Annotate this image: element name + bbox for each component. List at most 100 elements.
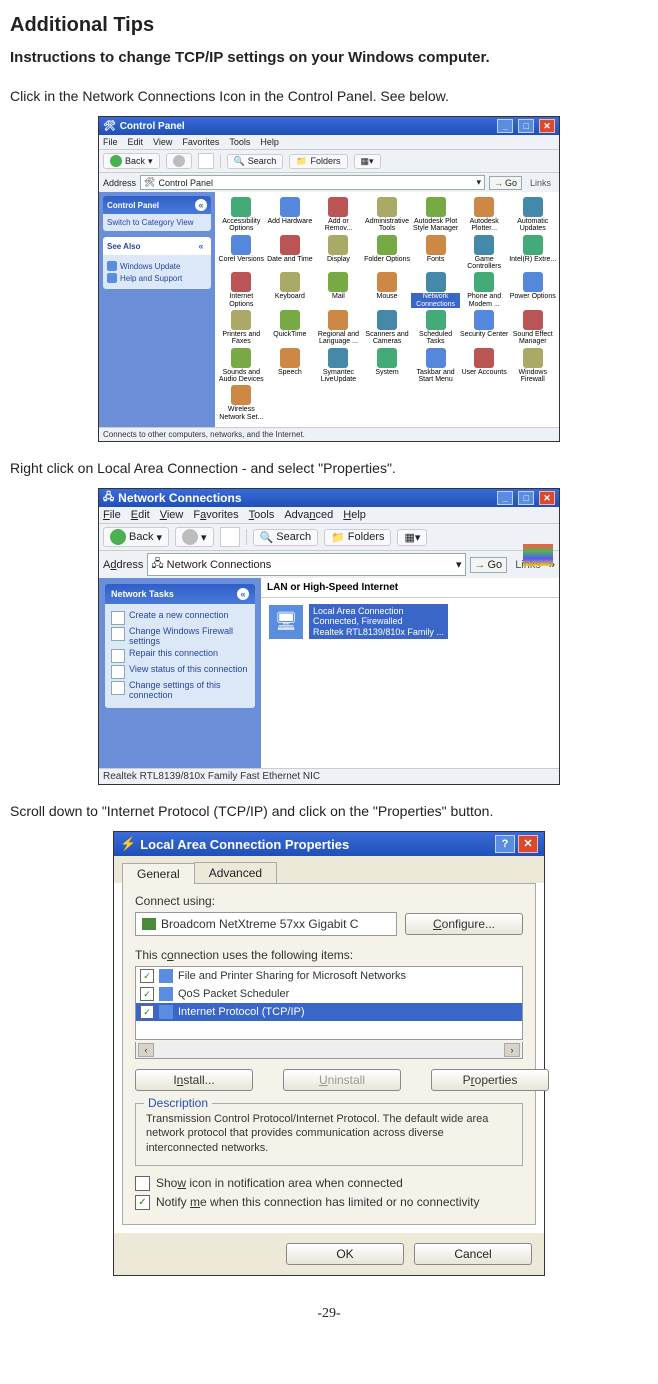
- forward-button[interactable]: [166, 153, 192, 169]
- control-panel-item[interactable]: Automatic Updates: [508, 196, 557, 234]
- close-button[interactable]: ✕: [518, 835, 538, 853]
- control-panel-item[interactable]: Add or Remov...: [314, 196, 363, 234]
- menu-tools[interactable]: Tools: [229, 137, 250, 147]
- control-panel-item[interactable]: Network Connections: [411, 271, 460, 309]
- control-panel-item[interactable]: Windows Firewall: [508, 347, 557, 385]
- checkbox-icon[interactable]: ✓: [140, 987, 154, 1001]
- control-panel-item[interactable]: [508, 384, 557, 422]
- go-button[interactable]: →Go: [470, 557, 508, 573]
- control-panel-item[interactable]: [460, 384, 509, 422]
- menu-edit[interactable]: Edit: [131, 509, 150, 521]
- up-button[interactable]: [220, 527, 240, 547]
- menu-file[interactable]: File: [103, 137, 118, 147]
- control-panel-item[interactable]: Intel(R) Extre...: [508, 234, 557, 272]
- menu-view[interactable]: View: [160, 509, 184, 521]
- install-button[interactable]: Install...: [135, 1069, 253, 1091]
- menu-file[interactable]: File: [103, 509, 121, 521]
- maximize-button[interactable]: □: [518, 491, 534, 505]
- back-button[interactable]: Back ▾: [103, 153, 160, 169]
- control-panel-item[interactable]: Mail: [314, 271, 363, 309]
- scroll-left-icon[interactable]: ‹: [138, 1043, 154, 1057]
- properties-button[interactable]: Properties: [431, 1069, 549, 1091]
- control-panel-item[interactable]: Autodesk Plotter...: [460, 196, 509, 234]
- control-panel-item[interactable]: Wireless Network Set...: [217, 384, 266, 422]
- control-panel-item[interactable]: Printers and Faxes: [217, 309, 266, 347]
- go-button[interactable]: →Go: [489, 176, 522, 190]
- notify-checkbox[interactable]: ✓: [135, 1195, 150, 1210]
- windows-update-link[interactable]: Windows Update: [120, 262, 180, 271]
- maximize-button[interactable]: □: [518, 119, 534, 133]
- control-panel-item[interactable]: Add Hardware: [266, 196, 315, 234]
- search-button[interactable]: 🔍 Search: [227, 154, 284, 169]
- control-panel-item[interactable]: Scheduled Tasks: [411, 309, 460, 347]
- control-panel-item[interactable]: Game Controllers: [460, 234, 509, 272]
- ok-button[interactable]: OK: [286, 1243, 404, 1265]
- checkbox-icon[interactable]: ✓: [140, 969, 154, 983]
- configure-button[interactable]: Configure...: [405, 913, 523, 935]
- minimize-button[interactable]: _: [497, 119, 513, 133]
- control-panel-item[interactable]: [363, 384, 412, 422]
- control-panel-item[interactable]: Symantec LiveUpdate: [314, 347, 363, 385]
- list-item-selected[interactable]: ✓Internet Protocol (TCP/IP): [136, 1003, 522, 1021]
- control-panel-item[interactable]: [266, 384, 315, 422]
- list-item[interactable]: ✓File and Printer Sharing for Microsoft …: [136, 967, 522, 985]
- help-button[interactable]: ?: [495, 835, 515, 853]
- views-button[interactable]: ▦▾: [354, 154, 381, 169]
- collapse-icon[interactable]: «: [195, 240, 207, 252]
- control-panel-item[interactable]: Internet Options: [217, 271, 266, 309]
- control-panel-item[interactable]: Autodesk Plot Style Manager: [411, 196, 460, 234]
- cancel-button[interactable]: Cancel: [414, 1243, 532, 1265]
- tab-general[interactable]: General: [122, 863, 195, 884]
- local-area-connection-item[interactable]: 🖥 Local Area Connection Connected, Firew…: [269, 604, 551, 639]
- network-task-link[interactable]: View status of this connection: [111, 665, 249, 679]
- control-panel-item[interactable]: Speech: [266, 347, 315, 385]
- control-panel-item[interactable]: Fonts: [411, 234, 460, 272]
- folders-button[interactable]: 📁 Folders: [324, 529, 391, 546]
- close-button[interactable]: ✕: [539, 119, 555, 133]
- switch-category-link[interactable]: Switch to Category View: [107, 218, 194, 227]
- links-label[interactable]: Links: [526, 178, 555, 188]
- control-panel-item[interactable]: Regional and Language ...: [314, 309, 363, 347]
- menu-edit[interactable]: Edit: [128, 137, 144, 147]
- menu-help[interactable]: Help: [343, 509, 366, 521]
- back-button[interactable]: Back ▾: [103, 527, 169, 547]
- address-field[interactable]: 🛠 Control Panel▾: [140, 175, 485, 190]
- help-support-link[interactable]: Help and Support: [120, 274, 182, 283]
- folders-button[interactable]: 📁 Folders: [289, 154, 347, 169]
- control-panel-item[interactable]: Mouse: [363, 271, 412, 309]
- control-panel-item[interactable]: Corel Versions: [217, 234, 266, 272]
- control-panel-item[interactable]: System: [363, 347, 412, 385]
- minimize-button[interactable]: _: [497, 491, 513, 505]
- control-panel-item[interactable]: Security Center: [460, 309, 509, 347]
- control-panel-item[interactable]: Power Options: [508, 271, 557, 309]
- checkbox-icon[interactable]: ✓: [140, 1005, 154, 1019]
- menu-advanced[interactable]: Advanced: [284, 509, 333, 521]
- control-panel-item[interactable]: Scanners and Cameras: [363, 309, 412, 347]
- collapse-icon[interactable]: «: [237, 588, 249, 600]
- search-button[interactable]: 🔍 Search: [253, 529, 319, 546]
- address-field[interactable]: 🖧 Network Connections▾: [147, 553, 465, 576]
- network-task-link[interactable]: Create a new connection: [111, 611, 249, 625]
- list-item[interactable]: ✓QoS Packet Scheduler: [136, 985, 522, 1003]
- menu-view[interactable]: View: [153, 137, 172, 147]
- control-panel-item[interactable]: [411, 384, 460, 422]
- menu-favorites[interactable]: Favorites: [193, 509, 238, 521]
- show-icon-checkbox[interactable]: [135, 1176, 150, 1191]
- control-panel-item[interactable]: Accessibility Options: [217, 196, 266, 234]
- network-task-link[interactable]: Change Windows Firewall settings: [111, 627, 249, 647]
- control-panel-item[interactable]: Phone and Modem ...: [460, 271, 509, 309]
- items-listbox[interactable]: ✓File and Printer Sharing for Microsoft …: [135, 966, 523, 1040]
- control-panel-item[interactable]: Date and Time: [266, 234, 315, 272]
- control-panel-item[interactable]: Sound Effect Manager: [508, 309, 557, 347]
- network-task-link[interactable]: Change settings of this connection: [111, 681, 249, 701]
- scroll-right-icon[interactable]: ›: [504, 1043, 520, 1057]
- forward-button[interactable]: ▾: [175, 527, 214, 547]
- menu-tools[interactable]: Tools: [249, 509, 275, 521]
- menu-help[interactable]: Help: [260, 137, 279, 147]
- control-panel-item[interactable]: Administrative Tools: [363, 196, 412, 234]
- control-panel-item[interactable]: User Accounts: [460, 347, 509, 385]
- menu-favorites[interactable]: Favorites: [182, 137, 219, 147]
- control-panel-item[interactable]: Display: [314, 234, 363, 272]
- up-button[interactable]: [198, 153, 214, 169]
- horizontal-scrollbar[interactable]: ‹ ›: [135, 1042, 523, 1059]
